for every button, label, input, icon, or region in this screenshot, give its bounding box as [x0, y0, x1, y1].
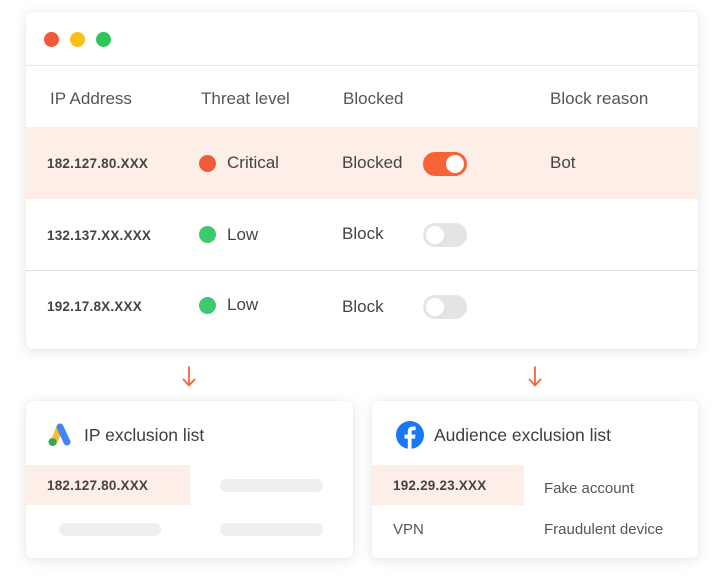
header-block-reason: Block reason — [550, 89, 649, 108]
block-toggle[interactable] — [423, 223, 467, 247]
window-titlebar — [26, 12, 698, 66]
threat-level-cell: Low — [227, 295, 259, 314]
block-action-label: Block — [342, 297, 384, 316]
header-blocked: Blocked — [343, 89, 404, 108]
block-action-label: Block — [342, 224, 384, 243]
block-toggle[interactable] — [423, 152, 467, 176]
arrow-down-icon — [528, 366, 542, 387]
exclusion-reason: Fake account — [544, 480, 635, 497]
close-window-button[interactable] — [44, 32, 59, 47]
toggle-knob — [426, 298, 444, 316]
minimize-window-button[interactable] — [70, 32, 85, 47]
audience-exclusion-list-card: Audience exclusion list 192.29.23.XXX Fa… — [372, 401, 698, 558]
header-ip-address: IP Address — [50, 89, 132, 108]
exclusion-reason: Fraudulent device — [544, 521, 664, 538]
placeholder-bar — [220, 523, 323, 536]
list-item: 182.127.80.XXX — [26, 465, 190, 505]
header-threat-level: Threat level — [201, 89, 290, 108]
critical-status-dot — [199, 155, 216, 172]
ip-address-cell: 192.17.8X.XXX — [47, 299, 142, 314]
maximize-window-button[interactable] — [96, 32, 111, 47]
ip-threat-table-window: IP Address Threat level Blocked Block re… — [26, 12, 698, 349]
threat-level-cell: Low — [227, 225, 259, 244]
block-toggle[interactable] — [423, 295, 467, 319]
blocked-status-label: Blocked — [342, 153, 403, 172]
table-row: 192.17.8X.XXX Low Block — [26, 271, 698, 343]
table-row: 182.127.80.XXX Critical Blocked Bot — [26, 127, 698, 199]
low-status-dot — [199, 297, 216, 314]
low-status-dot — [199, 226, 216, 243]
placeholder-bar — [220, 479, 323, 492]
facebook-icon — [396, 421, 424, 449]
threat-level-cell: Critical — [227, 153, 279, 172]
ip-address-cell: 132.137.XX.XXX — [47, 228, 152, 243]
toggle-knob — [426, 226, 444, 244]
excluded-source: VPN — [393, 521, 424, 538]
ip-exclusion-list-card: IP exclusion list 182.127.80.XXX — [26, 401, 353, 558]
arrow-down-icon — [182, 366, 196, 387]
excluded-ip: 182.127.80.XXX — [47, 478, 149, 493]
table-header-row: IP Address Threat level Blocked Block re… — [26, 67, 698, 127]
table-row: 132.137.XX.XXX Low Block — [26, 199, 698, 271]
ip-exclusion-list-title: IP exclusion list — [84, 425, 205, 445]
placeholder-bar — [59, 523, 161, 536]
excluded-ip: 192.29.23.XXX — [393, 478, 487, 493]
audience-exclusion-list-title: Audience exclusion list — [434, 425, 612, 445]
list-item: 192.29.23.XXX — [372, 465, 524, 505]
toggle-knob — [446, 155, 464, 173]
block-reason-cell: Bot — [550, 153, 576, 172]
ip-address-cell: 182.127.80.XXX — [47, 156, 149, 171]
google-ads-icon — [48, 423, 71, 446]
